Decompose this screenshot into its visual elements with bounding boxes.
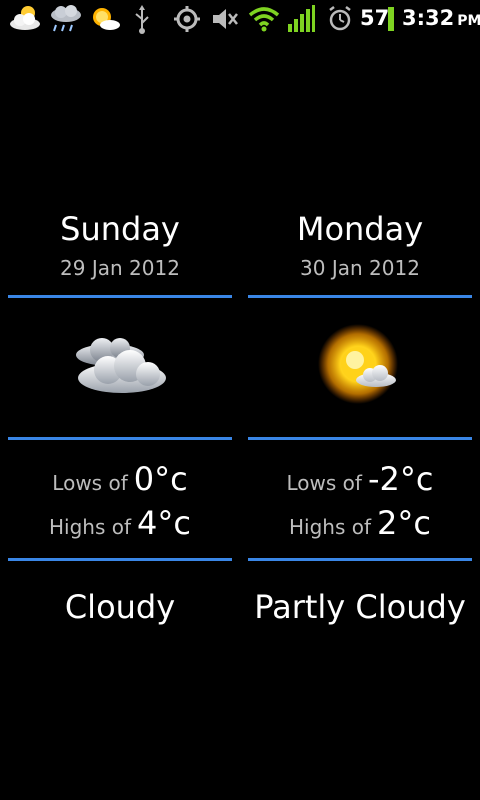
high-temperature-row: Highs of 4°c [8,504,232,542]
weather-condition: Cloudy [64,588,176,626]
divider [248,295,472,298]
divider [248,558,472,561]
lows-label: Lows of [286,471,362,495]
weather-condition: Partly Cloudy [254,588,466,626]
highs-label: Highs of [289,515,372,539]
day-date: 29 Jan 2012 [60,256,180,280]
day-column-sunday: Sunday 29 Jan 2012 Lows of 0°c Highs of 4°… [8,0,232,800]
high-temperature-row: Highs of 2°c [248,504,472,542]
divider [8,295,232,298]
highs-label: Highs of [49,515,132,539]
cloudy-icon [76,338,166,393]
lows-label: Lows of [52,471,128,495]
day-column-monday: Monday 30 Jan 2012 Lows of -2°c Highs of 2… [248,0,472,800]
low-temperature: -2°c [367,460,434,498]
high-temperature: 2°c [377,504,431,542]
divider [8,437,232,440]
low-temperature-row: Lows of -2°c [248,460,472,498]
day-date: 30 Jan 2012 [300,256,420,280]
day-name: Monday [296,210,424,248]
high-temperature: 4°c [137,504,191,542]
partly-cloudy-sun-icon [318,324,398,404]
low-temperature-row: Lows of 0°c [8,460,232,498]
low-temperature: 0°c [133,460,188,498]
divider [8,558,232,561]
divider [248,437,472,440]
day-name: Sunday [60,210,180,248]
